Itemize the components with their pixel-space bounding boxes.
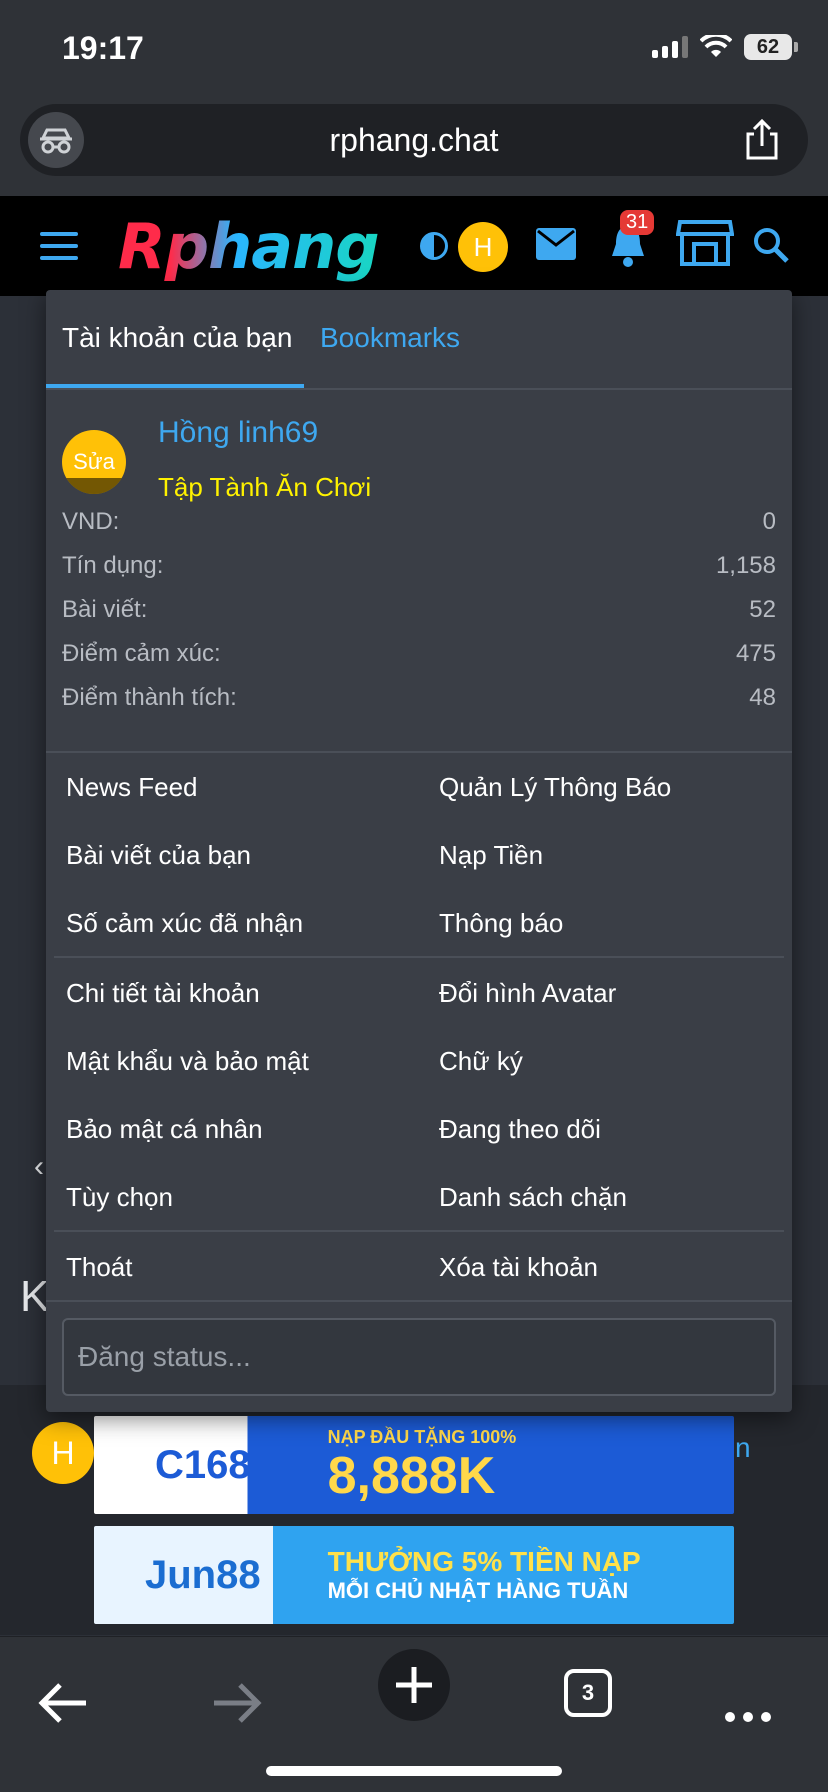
cellular-signal-icon: [652, 36, 688, 58]
menu-tabs: Tài khoản của bạn Bookmarks: [46, 290, 792, 390]
stat-row: Điểm cảm xúc: 475: [62, 640, 776, 684]
stat-value: 475: [735, 640, 776, 667]
link-signature[interactable]: Chữ ký: [439, 1046, 523, 1077]
link-logout[interactable]: Thoát: [66, 1252, 133, 1283]
divider: [54, 956, 784, 958]
browser-url-area: rphang.chat: [0, 96, 828, 196]
divider: [46, 1300, 792, 1302]
stat-row: Tín dụng: 1,158: [62, 552, 776, 596]
new-tab-button[interactable]: [378, 1649, 450, 1721]
ad-brand: C168: [154, 1442, 251, 1487]
battery-level: 62: [744, 34, 792, 60]
link-ignore-list[interactable]: Danh sách chặn: [439, 1182, 627, 1213]
divider: [54, 1230, 784, 1232]
link-following[interactable]: Đang theo dõi: [439, 1114, 601, 1145]
status-time: 19:17: [62, 30, 144, 66]
profile-user-title: Tập Tành Ăn Chơi: [158, 472, 372, 502]
background-heading: K: [20, 1272, 50, 1321]
link-reactions-received[interactable]: Số cảm xúc đã nhận: [66, 908, 303, 939]
notification-badge: 31: [620, 210, 655, 235]
profile-username[interactable]: Hồng linh69: [158, 416, 318, 450]
profile-summary: Sửa Hồng linh69 Tập Tành Ăn Chơi: [46, 390, 792, 502]
link-delete-account[interactable]: Xóa tài khoản: [439, 1252, 598, 1283]
more-options-icon[interactable]: [724, 1687, 772, 1747]
back-arrow-icon[interactable]: [38, 1673, 88, 1733]
link-privacy[interactable]: Bảo mật cá nhân: [66, 1114, 263, 1145]
link-your-posts[interactable]: Bài viết của bạn: [66, 840, 251, 871]
stat-label: Tín dụng:: [62, 552, 164, 579]
link-change-avatar[interactable]: Đổi hình Avatar: [439, 978, 616, 1009]
chevron-left-icon[interactable]: ‹: [34, 1150, 44, 1184]
ad-promo-main: MỖI CHỦ NHẬT HÀNG TUẦN: [327, 1578, 629, 1603]
mail-icon[interactable]: [534, 226, 578, 262]
plus-icon: [396, 1667, 432, 1703]
stat-value: 52: [749, 596, 776, 623]
stat-label: Bài viết:: [62, 596, 148, 623]
link-notification-manager[interactable]: Quản Lý Thông Báo: [439, 772, 671, 803]
link-news-feed[interactable]: News Feed: [66, 772, 198, 803]
stat-label: Điểm cảm xúc:: [62, 640, 221, 667]
ad-banner-jun88[interactable]: Jun88 THƯỞNG 5% TIỀN NẠP MỖI CHỦ NHẬT HÀ…: [94, 1526, 734, 1624]
hamburger-menu-icon[interactable]: [40, 232, 78, 260]
ad-promo-main: 8,888K: [327, 1446, 496, 1505]
url-text[interactable]: rphang.chat: [20, 122, 808, 159]
ad-promo-top: THƯỞNG 5% TIỀN NẠP: [327, 1546, 641, 1577]
stat-label: VND:: [62, 508, 120, 535]
theme-toggle-icon[interactable]: [420, 232, 448, 260]
account-dropdown: Tài khoản của bạn Bookmarks Sửa Hồng lin…: [46, 290, 792, 1412]
tab-account[interactable]: Tài khoản của bạn: [62, 322, 292, 354]
link-deposit[interactable]: Nạp Tiền: [439, 840, 543, 871]
stat-row: Bài viết: 52: [62, 596, 776, 640]
store-icon[interactable]: [676, 218, 734, 268]
tab-switcher-button[interactable]: 3: [564, 1669, 612, 1717]
stat-row: VND: 0: [62, 508, 776, 552]
stat-value: 1,158: [715, 552, 776, 579]
link-password-security[interactable]: Mật khẩu và bảo mật: [66, 1046, 309, 1077]
ios-status-bar: 19:17 62: [0, 0, 828, 96]
status-update-input[interactable]: Đăng status...: [62, 1318, 776, 1396]
site-header: Rphang H 31: [0, 196, 828, 296]
link-preferences[interactable]: Tùy chọn: [66, 1182, 173, 1213]
stat-value: 0: [762, 508, 776, 535]
divider: [46, 751, 792, 753]
link-account-details[interactable]: Chi tiết tài khoản: [66, 978, 260, 1009]
ad-brand: Jun88: [144, 1552, 261, 1597]
stat-label: Điểm thành tích:: [62, 684, 237, 711]
share-icon[interactable]: [740, 118, 784, 162]
battery-icon: 62: [744, 34, 798, 60]
profile-avatar[interactable]: Sửa: [62, 430, 126, 494]
ad-banner-c168[interactable]: C168 NẠP ĐẦU TẶNG 100% 8,888K: [94, 1416, 734, 1514]
background-link[interactable]: n: [735, 1432, 751, 1464]
status-indicators: 62: [652, 34, 798, 60]
stat-row: Điểm thành tích: 48: [62, 684, 776, 728]
profile-stats: VND: 0 Tín dụng: 1,158 Bài viết: 52 Điểm cả…: [62, 508, 776, 728]
tab-bookmarks[interactable]: Bookmarks: [320, 322, 460, 354]
header-avatar[interactable]: H: [458, 222, 508, 272]
stat-value: 48: [749, 684, 776, 711]
site-logo[interactable]: Rphang: [118, 210, 380, 283]
forward-arrow-icon[interactable]: [212, 1673, 262, 1733]
post-avatar[interactable]: H: [32, 1422, 94, 1484]
home-indicator: [266, 1766, 562, 1776]
active-tab-indicator: [46, 384, 304, 388]
search-icon[interactable]: [752, 226, 790, 264]
ad-promo-top: NẠP ĐẦU TẶNG 100%: [327, 1426, 517, 1447]
address-bar[interactable]: rphang.chat: [20, 104, 808, 176]
link-notifications[interactable]: Thông báo: [439, 908, 563, 939]
wifi-icon: [700, 35, 732, 57]
avatar-edit-label[interactable]: Sửa: [73, 449, 115, 475]
